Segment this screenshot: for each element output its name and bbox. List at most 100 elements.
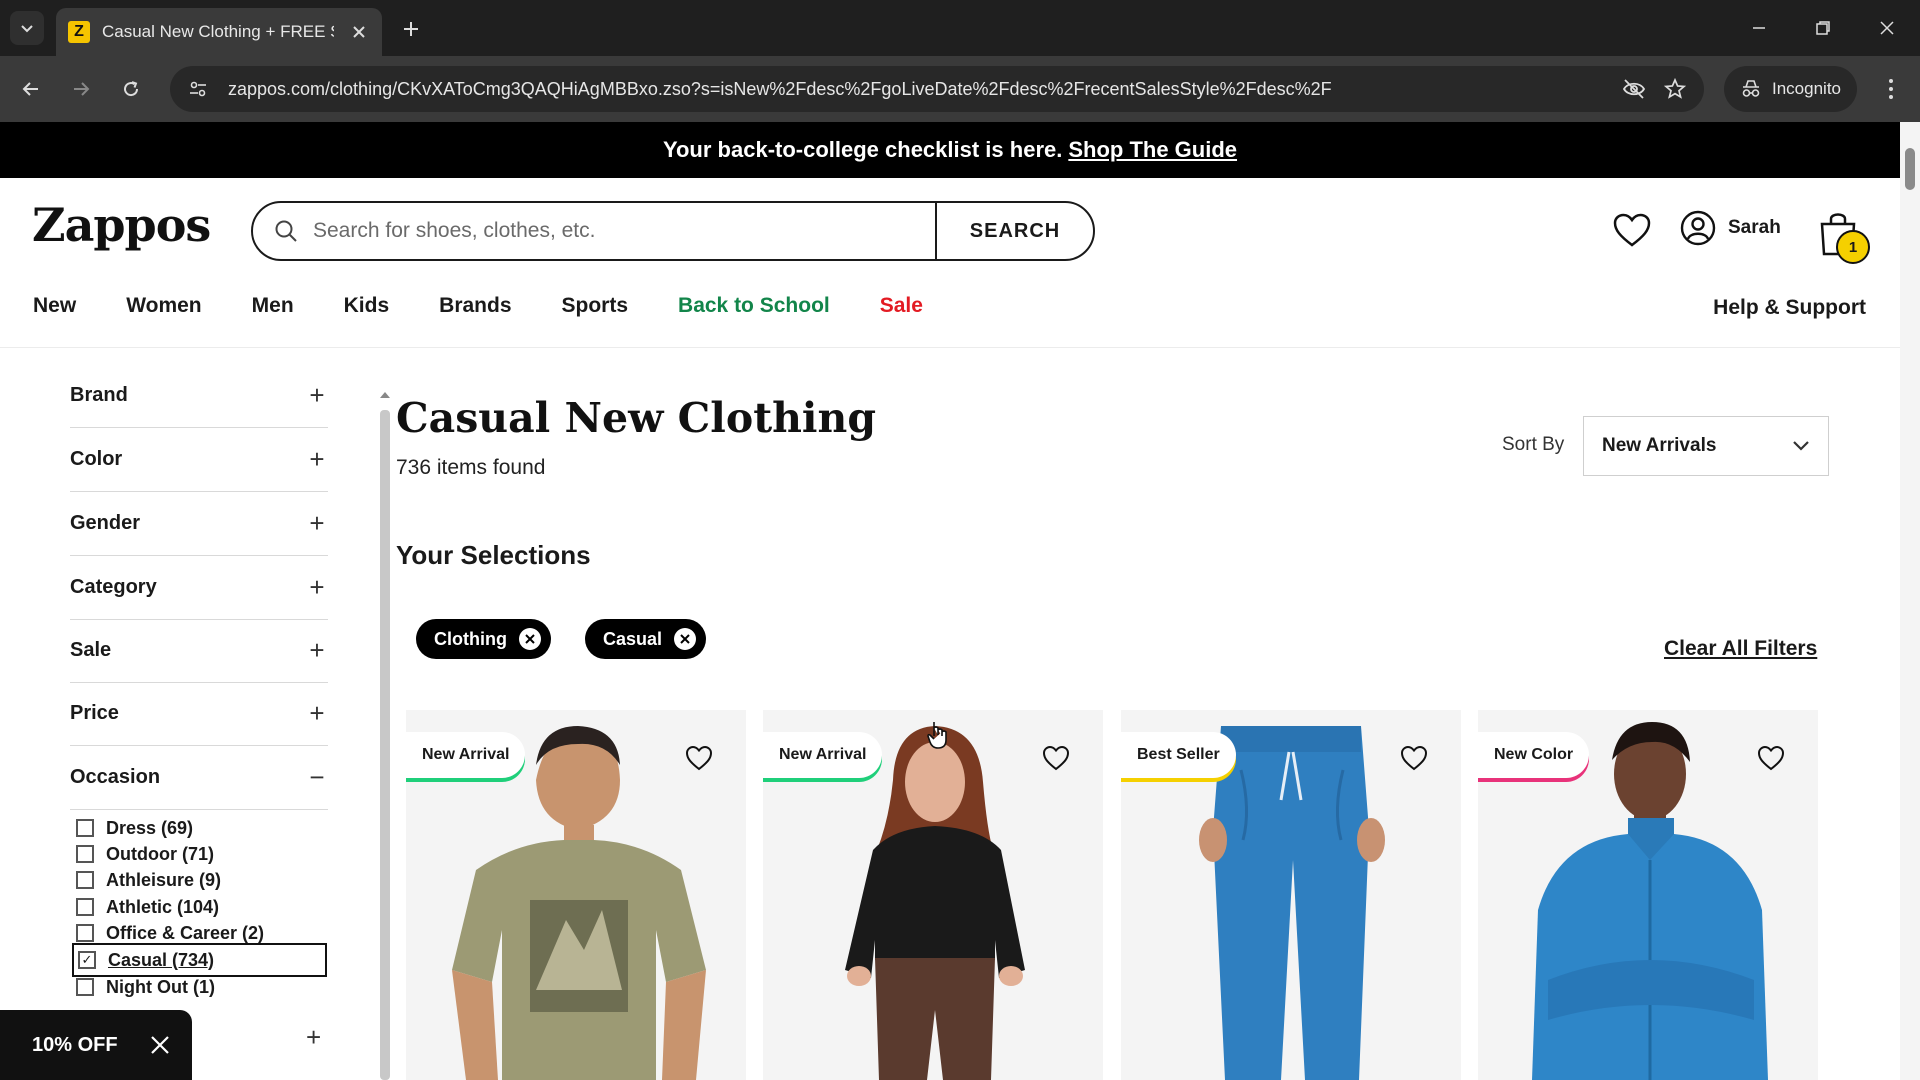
new-tab-icon[interactable] [396,14,426,44]
facet-sale[interactable]: Sale + [70,619,328,683]
plus-icon: + [309,572,325,602]
checkbox[interactable] [76,819,94,837]
remove-filter-icon[interactable] [674,628,697,650]
incognito-indicator[interactable]: Incognito [1724,66,1857,112]
minus-icon: − [309,762,325,792]
results-count: 736 items found [396,456,546,479]
browser-menu-icon[interactable] [1876,72,1906,106]
filter-chip-clothing[interactable]: Clothing [416,619,551,659]
favorites-heart-icon[interactable] [1612,212,1652,248]
tab-search-button[interactable] [10,11,44,45]
restore-icon[interactable] [1800,10,1846,46]
account-button[interactable]: Sarah [1680,210,1781,246]
occasion-option[interactable]: Athleisure (9) [76,867,221,893]
minimize-icon[interactable] [1736,10,1782,46]
browser-tab[interactable]: Z Casual New Clothing + FREE SHIPPING | … [56,8,382,56]
bookmark-star-icon[interactable] [1664,78,1686,100]
plus-icon: + [309,698,325,728]
mouse-cursor-icon [927,722,947,749]
checkbox[interactable] [76,871,94,889]
sort-select[interactable]: New Arrivals [1583,416,1829,476]
option-label: Athletic (104) [106,896,220,917]
forward-icon[interactable] [64,72,98,106]
facet-label: Gender [70,512,141,534]
nav-women[interactable]: Women [126,294,201,318]
product-card[interactable]: Best Seller [1121,710,1461,1080]
option-label: Athleisure (9) [106,869,222,890]
plus-icon[interactable]: + [306,1022,321,1053]
sidebar-scroll-up-icon[interactable] [378,388,392,402]
occasion-option[interactable]: Athletic (104) [76,894,219,920]
search-button[interactable]: SEARCH [935,203,1093,259]
facet-category[interactable]: Category + [70,556,328,620]
zappos-logo[interactable]: Zappos [32,198,211,252]
favorite-heart-icon[interactable] [1041,744,1071,772]
selections-heading: Your Selections [396,540,591,570]
reload-icon[interactable] [114,72,148,106]
cart-count-badge: 1 [1836,230,1870,264]
occasion-option[interactable]: Night Out (1) [76,974,215,1000]
tab-close-icon[interactable] [348,21,370,43]
occasion-option[interactable]: Outdoor (71) [76,841,214,867]
page-scrollbar-thumb[interactable] [1905,148,1915,190]
facet-occasion[interactable]: Occasion − [70,746,328,810]
facet-gender[interactable]: Gender + [70,492,328,556]
product-card[interactable]: New Arrival [406,710,746,1080]
checkbox[interactable] [76,924,94,942]
option-label: Night Out (1) [106,976,215,997]
checkbox-checked[interactable]: ✓ [78,951,96,969]
nav-sports[interactable]: Sports [562,294,629,318]
favorite-heart-icon[interactable] [1756,744,1786,772]
page-scrollbar[interactable] [1900,122,1920,1080]
remove-filter-icon[interactable] [518,628,541,650]
favorite-heart-icon[interactable] [1399,744,1429,772]
user-icon [1680,210,1716,246]
close-icon[interactable] [148,1033,172,1057]
favorite-heart-icon[interactable] [684,744,714,772]
product-card[interactable]: New Color [1478,710,1818,1080]
nav-back-to-school[interactable]: Back to School [678,294,830,318]
facet-label: Category [70,576,157,598]
eye-off-icon[interactable] [1622,78,1646,100]
checkbox[interactable] [76,845,94,863]
search-input[interactable] [313,219,933,243]
help-support-link[interactable]: Help & Support [1713,296,1866,320]
site-info-icon[interactable] [178,69,218,109]
filter-chip-casual[interactable]: Casual [585,619,707,659]
incognito-icon [1742,80,1760,97]
nav-sale[interactable]: Sale [880,294,923,318]
checkbox[interactable] [76,978,94,996]
nav-kids[interactable]: Kids [344,294,390,318]
facet-label: Occasion [70,766,161,788]
main-navigation: New Women Men Kids Brands Sports Back to… [33,294,973,318]
nav-men[interactable]: Men [252,294,294,318]
clear-all-filters-link[interactable]: Clear All Filters [1664,637,1817,661]
option-label: Outdoor (71) [106,843,214,864]
chip-label: Casual [603,628,663,649]
facet-label: Color [70,448,123,470]
nav-divider [0,347,1900,348]
url-bar[interactable]: zappos.com/clothing/CKvXAToCmg3QAQHiAgMB… [170,66,1704,112]
checkbox[interactable] [76,898,94,916]
product-card[interactable]: New Arrival [763,710,1103,1080]
discount-toast[interactable]: 10% OFF [0,1010,192,1080]
zappos-favicon-icon: Z [68,21,90,43]
occasion-option-selected[interactable]: ✓ Casual (734) [72,943,327,977]
facet-label: Brand [70,384,128,406]
facet-color[interactable]: Color + [70,428,328,492]
facet-price[interactable]: Price + [70,682,328,746]
facet-brand[interactable]: Brand + [70,364,328,428]
back-icon[interactable] [14,72,48,106]
promo-link[interactable]: Shop The Guide [1068,137,1237,163]
option-label: Casual (734) [108,949,215,970]
incognito-label: Incognito [1772,79,1841,98]
close-window-icon[interactable] [1864,10,1910,46]
occasion-option[interactable]: Dress (69) [76,815,193,841]
nav-new[interactable]: New [33,294,76,318]
product-badge: New Color [1478,732,1590,778]
sort-value: New Arrivals [1602,435,1717,456]
sidebar-scrollbar[interactable] [380,410,390,1080]
nav-brands[interactable]: Brands [439,294,511,318]
search-bar: SEARCH [251,201,1095,261]
browser-address-bar: zappos.com/clothing/CKvXAToCmg3QAQHiAgMB… [0,56,1920,122]
